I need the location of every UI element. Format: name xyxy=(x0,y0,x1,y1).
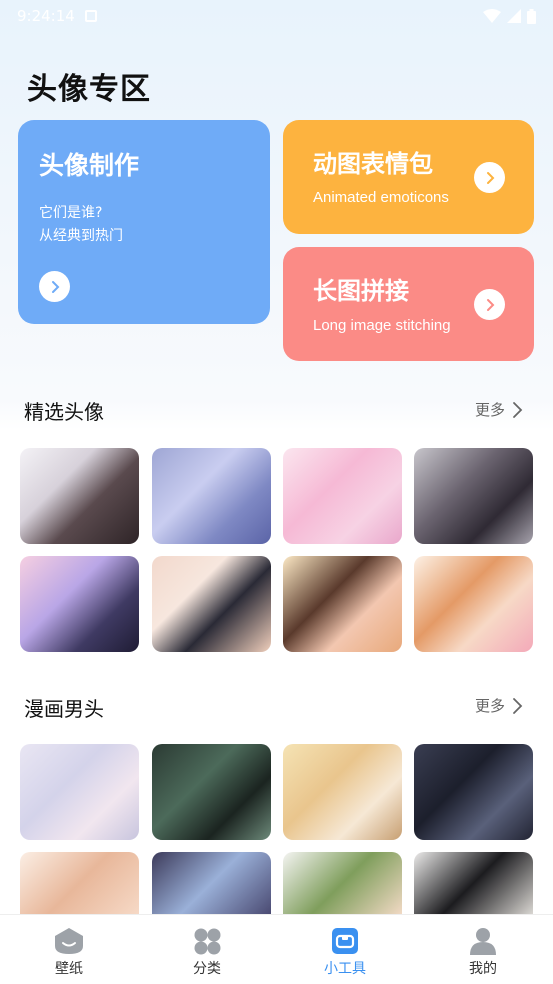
avatar-maker-title: 头像制作 xyxy=(39,151,140,180)
avatar-thumbnail[interactable] xyxy=(20,448,139,544)
animated-emoticons-subtitle: Animated emoticons xyxy=(313,189,449,206)
section-title-manga-male: 漫画男头 xyxy=(24,697,104,721)
avatar-thumbnail[interactable] xyxy=(152,852,271,914)
avatar-thumbnail[interactable] xyxy=(414,852,533,914)
tab-wallpaper[interactable]: 壁纸 xyxy=(19,915,119,984)
avatar-thumbnail[interactable] xyxy=(20,556,139,652)
avatar-thumbnail[interactable] xyxy=(152,556,271,652)
tools-icon xyxy=(332,928,358,954)
page-title: 头像专区 xyxy=(27,72,151,107)
animated-emoticons-arrow-button[interactable] xyxy=(474,162,505,193)
avatar-thumbnail[interactable] xyxy=(152,744,271,840)
animated-emoticons-title: 动图表情包 xyxy=(313,150,433,178)
status-bar: 9:24:14 xyxy=(0,0,553,32)
status-icons xyxy=(483,8,536,24)
avatar-thumbnail[interactable] xyxy=(414,744,533,840)
tab-profile[interactable]: 我的 xyxy=(433,915,533,984)
signal-icon xyxy=(507,9,521,23)
avatar-maker-arrow-button[interactable] xyxy=(39,271,70,302)
tab-tools[interactable]: 小工具 xyxy=(295,915,395,984)
avatar-thumbnail[interactable] xyxy=(414,448,533,544)
avatar-thumbnail[interactable] xyxy=(152,448,271,544)
more-label: 更多 xyxy=(474,697,505,715)
featured-more-link[interactable]: 更多 xyxy=(475,399,523,420)
animated-emoticons-card[interactable]: 动图表情包 Animated emoticons xyxy=(283,120,534,234)
tab-label: 我的 xyxy=(469,961,497,977)
long-image-stitching-arrow-button[interactable] xyxy=(474,289,505,320)
avatar-maker-subtitle-1: 它们是谁? xyxy=(39,205,103,221)
chevron-right-icon xyxy=(513,401,523,418)
avatar-maker-card[interactable]: 头像制作 它们是谁? 从经典到热门 xyxy=(18,120,270,324)
avatar-thumbnail[interactable] xyxy=(283,744,402,840)
avatar-maker-subtitle-2: 从经典到热门 xyxy=(39,228,123,244)
avatar-thumbnail[interactable] xyxy=(283,448,402,544)
wifi-icon xyxy=(483,9,501,23)
profile-icon xyxy=(470,928,496,955)
long-image-stitching-title: 长图拼接 xyxy=(313,277,409,305)
chevron-right-icon xyxy=(51,280,59,293)
status-time: 9:24:14 xyxy=(17,7,75,25)
tab-category[interactable]: 分类 xyxy=(157,915,257,984)
chevron-right-icon xyxy=(486,171,494,184)
avatar-thumbnail[interactable] xyxy=(283,852,402,914)
bottom-tab-bar: 壁纸 分类 小工具 我的 xyxy=(0,914,553,984)
notification-icon xyxy=(84,10,97,22)
long-image-stitching-subtitle: Long image stitching xyxy=(313,317,451,334)
long-image-stitching-card[interactable]: 长图拼接 Long image stitching xyxy=(283,247,534,361)
tab-label: 分类 xyxy=(193,961,221,977)
avatar-thumbnail[interactable] xyxy=(414,556,533,652)
tab-label: 小工具 xyxy=(324,961,366,977)
avatar-thumbnail[interactable] xyxy=(20,852,139,914)
tab-label: 壁纸 xyxy=(55,961,83,977)
chevron-right-icon xyxy=(486,298,494,311)
manga-male-more-link[interactable]: 更多 xyxy=(475,695,523,716)
category-icon xyxy=(194,928,221,955)
section-title-featured: 精选头像 xyxy=(24,400,104,424)
more-label: 更多 xyxy=(474,401,505,419)
avatar-thumbnail[interactable] xyxy=(283,556,402,652)
avatar-thumbnail[interactable] xyxy=(20,744,139,840)
battery-icon xyxy=(527,8,536,24)
chevron-right-icon xyxy=(513,697,523,714)
wallpaper-icon xyxy=(55,928,83,954)
